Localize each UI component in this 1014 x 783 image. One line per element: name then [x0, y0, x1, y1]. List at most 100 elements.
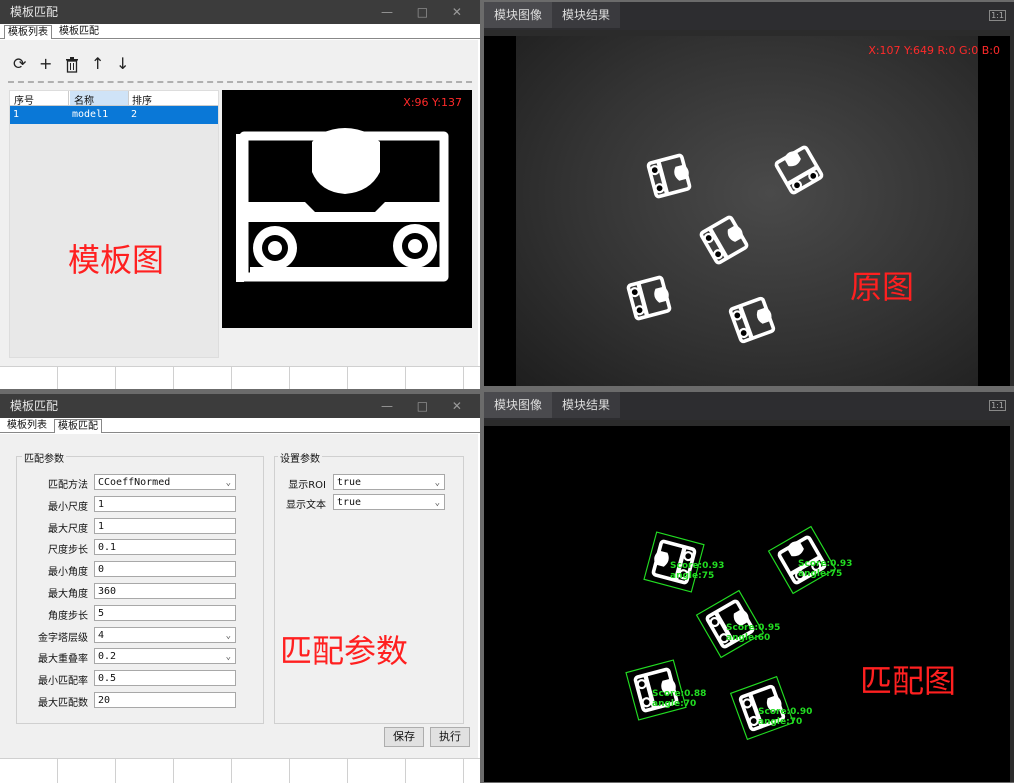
match-angle: angle:75 — [798, 569, 842, 579]
parts-layer — [626, 145, 824, 344]
view-tab-bar: 模块图像 模块结果 1:1 — [484, 392, 1014, 420]
param-input[interactable]: 1 — [94, 496, 236, 512]
tab-module-image[interactable]: 模块图像 — [484, 392, 553, 418]
param-input[interactable]: 20 — [94, 692, 236, 708]
param-label: 最大尺度 — [48, 524, 88, 535]
tab-module-result[interactable]: 模块结果 — [552, 392, 621, 418]
param-label: 最大匹配数 — [38, 698, 88, 709]
param-label: 最大重叠率 — [38, 654, 88, 665]
param-value: 0.2 — [98, 651, 117, 662]
source-image-view: 模块图像 模块结果 1:1 X:107 Y:649 R:0 G:0 B:0 原图 — [484, 2, 1014, 386]
header-name[interactable]: 名称 — [74, 92, 94, 107]
setting-label: 显示文本 — [286, 500, 326, 511]
cell-order: 2 — [131, 109, 138, 120]
part-shape — [774, 145, 824, 195]
match-score: Score:0.93 — [670, 561, 724, 571]
match-annotation: 匹配图 — [860, 662, 957, 700]
template-list-window: 模板匹配 — □ ✕ 模板列表 模板匹配 ⟳ + ↑ ↓ 序号 名称 排序 1 — [0, 0, 480, 389]
save-button[interactable]: 保存 — [384, 727, 424, 747]
background-grid — [0, 366, 480, 389]
match-score: Score:0.88 — [652, 689, 706, 699]
chevron-down-icon[interactable]: ⌄ — [226, 628, 231, 644]
param-label: 匹配方法 — [48, 480, 88, 491]
fit-icon[interactable]: 1:1 — [989, 10, 1006, 21]
match-score: Score:0.93 — [798, 559, 852, 569]
tab-strip: 模板列表 模板匹配 — [0, 418, 480, 433]
window-controls[interactable]: — □ ✕ — [381, 394, 472, 418]
template-image-annotation: 模板图 — [68, 241, 165, 279]
param-select[interactable]: CCoeffNormed ⌄ — [94, 474, 236, 490]
param-select[interactable]: 4 ⌄ — [94, 627, 236, 643]
refresh-icon[interactable]: ⟳ — [13, 54, 26, 73]
template-match-window: 模板匹配 — □ ✕ 模板列表 模板匹配 匹配参数 匹配方法 CCoeffNorm… — [0, 394, 480, 783]
param-label: 最小尺度 — [48, 502, 88, 513]
part-shape — [699, 215, 749, 265]
setting-label: 显示ROI — [288, 480, 326, 491]
view-tab-bar: 模块图像 模块结果 1:1 — [484, 2, 1014, 30]
param-label: 金字塔层级 — [38, 633, 88, 644]
add-icon[interactable]: + — [39, 54, 52, 73]
fit-icon[interactable]: 1:1 — [989, 400, 1006, 411]
param-value: 360 — [98, 586, 117, 597]
tab-module-result[interactable]: 模块结果 — [552, 2, 621, 28]
cell-index: 1 — [13, 109, 20, 120]
param-input[interactable]: 0.1 — [94, 539, 236, 555]
source-image: X:107 Y:649 R:0 G:0 B:0 原图 — [484, 36, 1010, 386]
table-row[interactable]: 1 model1 2 — [10, 106, 218, 124]
title-bar: 模板匹配 — □ ✕ — [0, 394, 480, 418]
match-angle: angle:60 — [726, 633, 770, 643]
param-input[interactable]: 0.5 — [94, 670, 236, 686]
param-input[interactable]: 1 — [94, 518, 236, 534]
tab-template-list[interactable]: 模板列表 — [4, 25, 52, 39]
list-panel: ⟳ + ↑ ↓ 序号 名称 排序 1 model1 2 模板图 X:96 Y:1… — [0, 40, 478, 366]
chevron-down-icon[interactable]: ⌄ — [435, 495, 440, 511]
source-annotation: 原图 — [850, 268, 915, 306]
param-label: 尺度步长 — [48, 545, 88, 556]
param-value: 4 — [98, 630, 105, 641]
param-label: 最小角度 — [48, 567, 88, 578]
window-title: 模板匹配 — [10, 5, 59, 19]
param-label: 最大角度 — [48, 589, 88, 600]
template-coords: X:96 Y:137 — [403, 96, 462, 109]
param-input[interactable]: 360 — [94, 583, 236, 599]
settings-title: 设置参数 — [278, 450, 322, 465]
tab-strip: 模板列表 模板匹配 — [0, 24, 480, 39]
delete-icon[interactable] — [65, 57, 79, 76]
param-value: 1 — [98, 521, 105, 532]
tab-module-image[interactable]: 模块图像 — [484, 2, 553, 28]
setting-value: true — [337, 477, 362, 488]
match-result-view: 模块图像 模块结果 1:1 Score:0.93 angle:75 Score:0.… — [484, 392, 1014, 782]
move-down-icon[interactable]: ↓ — [116, 54, 129, 73]
param-input[interactable]: 5 — [94, 605, 236, 621]
tab-template-list[interactable]: 模板列表 — [4, 419, 50, 432]
chevron-down-icon[interactable]: ⌄ — [435, 475, 440, 491]
param-value: 0.5 — [98, 673, 117, 684]
chevron-down-icon[interactable]: ⌄ — [226, 649, 231, 665]
tab-template-match[interactable]: 模板匹配 — [54, 419, 102, 433]
header-index[interactable]: 序号 — [14, 92, 34, 107]
title-bar: 模板匹配 — □ ✕ — [0, 0, 480, 24]
template-shape — [236, 128, 449, 282]
param-value: 20 — [98, 695, 111, 706]
part-shape — [626, 275, 672, 321]
param-select[interactable]: 0.2 ⌄ — [94, 648, 236, 664]
setting-select[interactable]: true ⌄ — [333, 494, 445, 510]
move-up-icon[interactable]: ↑ — [91, 54, 104, 73]
match-angle: angle:70 — [652, 699, 696, 709]
window-title: 模板匹配 — [10, 399, 59, 413]
cell-name: model1 — [72, 109, 109, 120]
param-value: CCoeffNormed — [98, 477, 171, 488]
setting-select[interactable]: true ⌄ — [333, 474, 445, 490]
match-score: Score:0.95 — [726, 623, 780, 633]
part-shape — [646, 153, 692, 199]
tab-template-match[interactable]: 模板匹配 — [56, 25, 102, 38]
chevron-down-icon[interactable]: ⌄ — [226, 475, 231, 491]
part-shape — [728, 296, 776, 344]
header-order[interactable]: 排序 — [132, 92, 152, 107]
match-image: Score:0.93 angle:75 Score:0.93 angle:75 Scor… — [484, 426, 1010, 782]
match-angle: angle:75 — [670, 571, 714, 581]
param-input[interactable]: 0 — [94, 561, 236, 577]
param-value: 0 — [98, 564, 105, 575]
window-controls[interactable]: — □ ✕ — [381, 0, 472, 24]
execute-button[interactable]: 执行 — [430, 727, 470, 747]
